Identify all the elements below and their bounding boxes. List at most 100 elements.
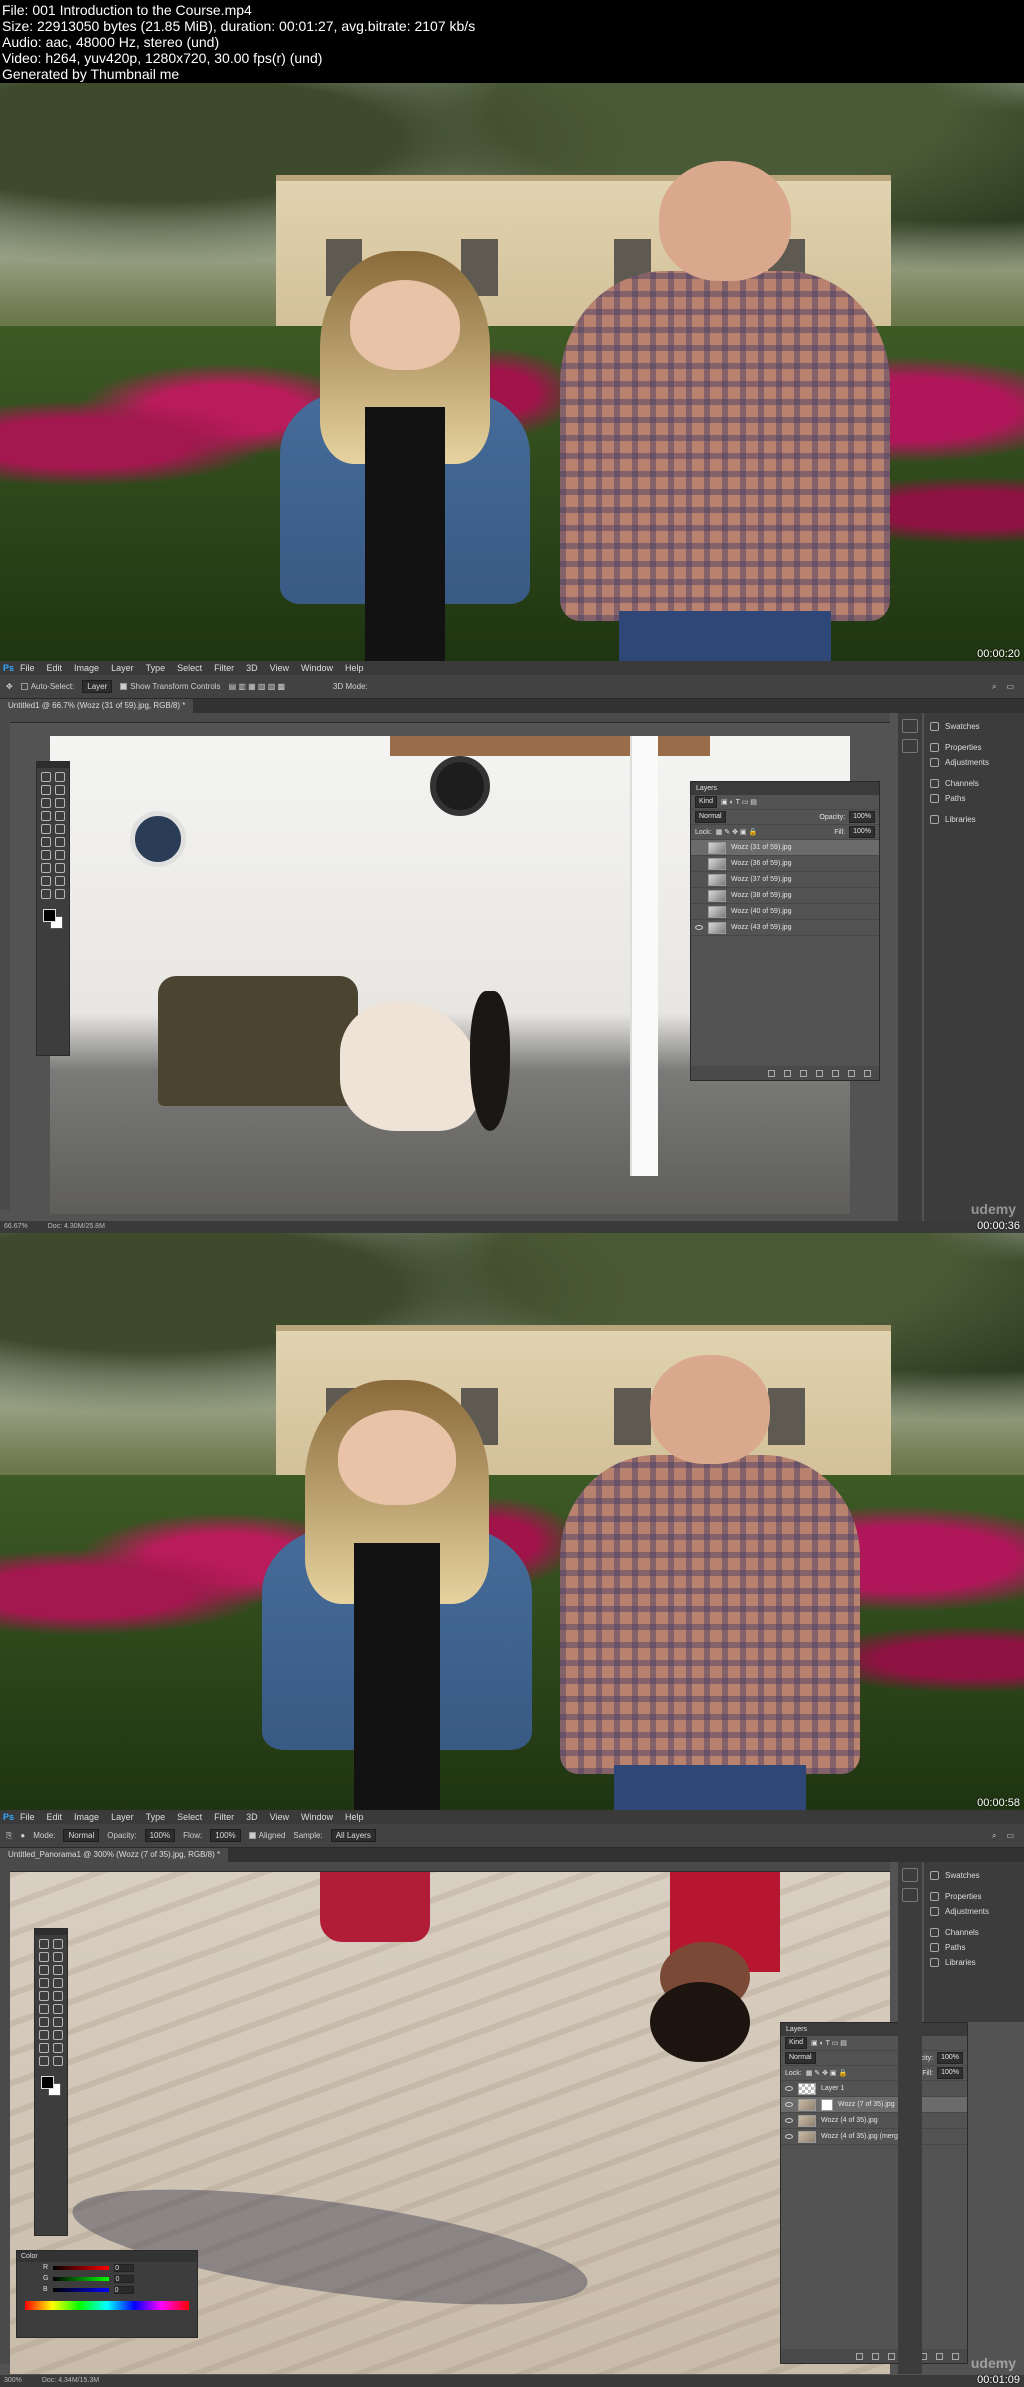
search-icon[interactable]: ⌕ (992, 1831, 996, 1841)
adjustments-panel-button[interactable]: Adjustments (924, 1904, 1024, 1919)
menu-filter[interactable]: Filter (214, 1812, 234, 1822)
document-tab[interactable]: Untitled1 @ 66.7% (Wozz (31 of 59).jpg, … (0, 699, 194, 713)
quick-select-tool-icon[interactable] (54, 785, 65, 795)
foreground-color[interactable] (41, 2076, 54, 2089)
visibility-eye-icon[interactable] (695, 893, 703, 898)
history-brush-icon[interactable] (52, 1991, 63, 2001)
move-tool-icon[interactable]: ✥ (6, 682, 13, 691)
eraser-tool-icon[interactable] (41, 837, 52, 847)
visibility-eye-icon[interactable] (695, 909, 703, 914)
visibility-eye-icon[interactable] (785, 2134, 793, 2139)
gradient-tool-icon[interactable] (52, 2004, 63, 2014)
menu-window[interactable]: Window (301, 663, 333, 673)
mode-dropdown[interactable]: Normal (63, 1829, 100, 1842)
menu-filter[interactable]: Filter (214, 663, 234, 673)
history-icon[interactable] (902, 719, 918, 733)
visibility-eye-icon[interactable] (695, 925, 703, 930)
menu-layer[interactable]: Layer (111, 663, 134, 673)
path-select-icon[interactable] (39, 2043, 50, 2053)
opacity-field[interactable]: 100% (144, 1829, 176, 1842)
marquee-tool-icon[interactable] (54, 772, 65, 782)
blue-slider[interactable]: B0 (17, 2284, 197, 2295)
menu-file[interactable]: File (20, 663, 35, 673)
layer-row[interactable]: Wozz (37 of 59).jpg (691, 872, 879, 888)
folder-icon[interactable] (832, 1069, 839, 1077)
link-icon[interactable] (768, 1069, 775, 1077)
blur-tool-icon[interactable] (41, 850, 52, 860)
crop-tool-icon[interactable] (39, 1965, 50, 1975)
new-layer-icon[interactable] (936, 2352, 943, 2360)
move-tool-icon[interactable] (41, 772, 52, 782)
eraser-tool-icon[interactable] (39, 2004, 50, 2014)
channels-panel-button[interactable]: Channels (924, 1925, 1024, 1940)
brush-tool-icon[interactable] (52, 1978, 63, 1988)
lock-icons[interactable]: ▦ ✎ ✥ ▣ 🔒 (716, 828, 757, 836)
filter-kind-dropdown[interactable]: Kind (695, 796, 718, 808)
stamp-tool-icon[interactable] (41, 824, 52, 834)
swatches-panel-button[interactable]: Swatches (924, 719, 1024, 734)
paths-panel-button[interactable]: Paths (924, 791, 1024, 806)
menu-layer[interactable]: Layer (111, 1812, 134, 1822)
hand-tool-icon[interactable] (39, 2056, 50, 2066)
healing-tool-icon[interactable] (39, 1978, 50, 1988)
healing-tool-icon[interactable] (41, 811, 52, 821)
layer-row[interactable]: Wozz (7 of 35).jpg (781, 2097, 967, 2113)
layer-row[interactable]: Wozz (43 of 59).jpg (691, 920, 879, 936)
visibility-eye-icon[interactable] (785, 2086, 793, 2091)
history-icon[interactable] (902, 1868, 918, 1882)
align-icons[interactable]: ▤ ▥ ▦ ▧ ▨ ▩ (229, 682, 285, 691)
menu-view[interactable]: View (270, 663, 289, 673)
menu-help[interactable]: Help (345, 1812, 364, 1822)
lasso-tool-icon[interactable] (41, 785, 52, 795)
type-tool-icon[interactable] (52, 2030, 63, 2040)
flow-field[interactable]: 100% (210, 1829, 241, 1842)
mask-icon[interactable] (800, 1069, 807, 1077)
visibility-eye-icon[interactable] (695, 861, 703, 866)
filter-icons[interactable]: ▣ ◐ T ▭ ▤ (721, 798, 757, 806)
menu-view[interactable]: View (270, 1812, 289, 1822)
swatches-panel-button[interactable]: Swatches (924, 1868, 1024, 1883)
shape-tool-icon[interactable] (52, 2043, 63, 2053)
lock-icons[interactable]: ▦ ✎ ✥ ▣ 🔒 (806, 2069, 847, 2077)
visibility-eye-icon[interactable] (785, 2102, 793, 2107)
mask-icon[interactable] (888, 2352, 895, 2360)
menu-select[interactable]: Select (177, 663, 202, 673)
transform-controls-checkbox[interactable]: Show Transform Controls (120, 682, 221, 691)
zoom-tool-icon[interactable] (54, 889, 65, 899)
libraries-panel-button[interactable]: Libraries (924, 812, 1024, 827)
hand-tool-icon[interactable] (41, 889, 52, 899)
adjustments-panel-button[interactable]: Adjustments (924, 755, 1024, 770)
pen-tool-icon[interactable] (39, 2030, 50, 2040)
brush-preset-icon[interactable]: ● (20, 1831, 25, 1840)
path-select-icon[interactable] (41, 876, 52, 886)
libraries-panel-button[interactable]: Libraries (924, 1955, 1024, 1970)
channels-panel-button[interactable]: Channels (924, 776, 1024, 791)
layer-row[interactable]: Wozz (4 of 35).jpg (781, 2113, 967, 2129)
history-brush-icon[interactable] (54, 824, 65, 834)
fx-icon[interactable] (872, 2352, 879, 2360)
trash-icon[interactable] (864, 1069, 871, 1077)
adjustment-icon[interactable] (816, 1069, 823, 1077)
workspace-icon[interactable]: ▭ (1006, 682, 1014, 692)
dodge-tool-icon[interactable] (52, 2017, 63, 2027)
fill-field[interactable]: 100% (849, 826, 875, 838)
shape-tool-icon[interactable] (54, 876, 65, 886)
menu-image[interactable]: Image (74, 1812, 99, 1822)
quick-select-tool-icon[interactable] (52, 1952, 63, 1962)
marquee-tool-icon[interactable] (52, 1939, 63, 1949)
paths-panel-button[interactable]: Paths (924, 1940, 1024, 1955)
properties-panel-button[interactable]: Properties (924, 740, 1024, 755)
brush-settings-icon[interactable] (902, 1888, 918, 1902)
blur-tool-icon[interactable] (39, 2017, 50, 2027)
filter-kind-dropdown[interactable]: Kind (785, 2037, 808, 2049)
sample-dropdown[interactable]: All Layers (330, 1829, 376, 1842)
pen-tool-icon[interactable] (41, 863, 52, 873)
type-tool-icon[interactable] (54, 863, 65, 873)
aligned-checkbox[interactable]: Aligned (248, 1831, 285, 1840)
menu-select[interactable]: Select (177, 1812, 202, 1822)
move-tool-icon[interactable] (39, 1939, 50, 1949)
menu-type[interactable]: Type (146, 1812, 166, 1822)
workspace-icon[interactable]: ▭ (1006, 1831, 1014, 1841)
dodge-tool-icon[interactable] (54, 850, 65, 860)
layer-mask-thumbnail[interactable] (821, 2098, 833, 2111)
